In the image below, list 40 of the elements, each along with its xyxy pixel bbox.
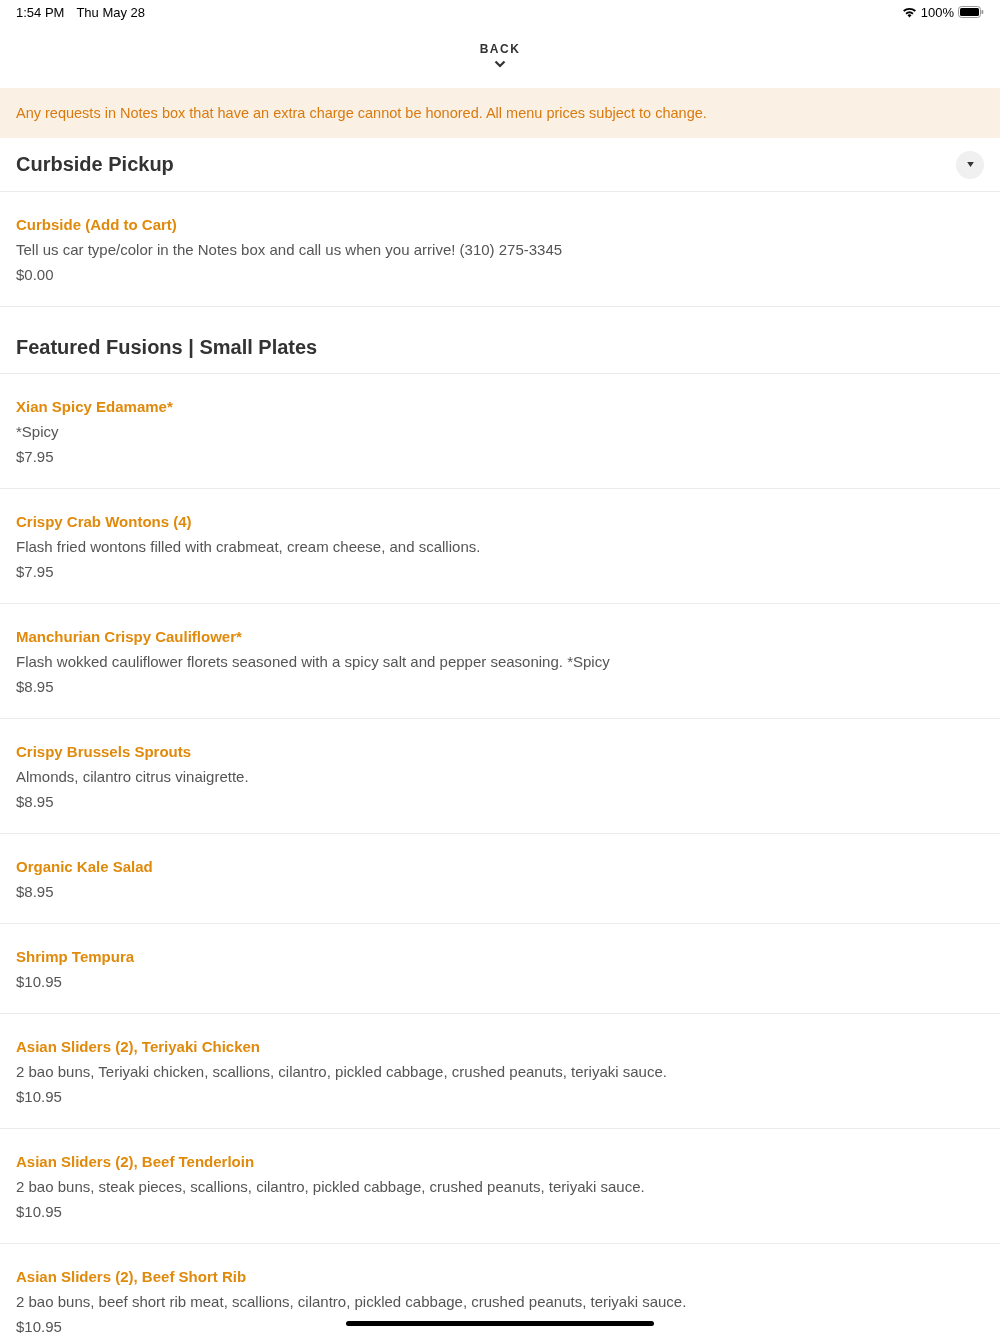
- item-name-link[interactable]: Xian Spicy Edamame*: [16, 394, 173, 419]
- notice-banner: Any requests in Notes box that have an extra charge cannot be honored. All menu prices subject to change.: [0, 88, 1000, 138]
- item-name-link[interactable]: Asian Sliders (2), Beef Tenderloin: [16, 1149, 255, 1174]
- item-description: Almonds, cilantro citrus vinaigrette.: [16, 767, 249, 787]
- item-price: $0.00: [16, 265, 54, 285]
- item-name-link[interactable]: Asian Sliders (2), Beef Short Rib: [16, 1264, 247, 1289]
- section-title: Featured Fusions | Small Plates: [16, 335, 318, 360]
- item-description: *Spicy: [16, 422, 59, 442]
- item-description: 2 bao buns, Teriyaki chicken, scallions, cilantro, pickled cabbage, crushed peanuts, teriyaki sauce.: [16, 1062, 667, 1082]
- item-price: $8.95: [16, 792, 54, 812]
- back-button[interactable]: BACK: [475, 24, 525, 68]
- item-price: $10.95: [16, 1317, 62, 1334]
- item-description: 2 bao buns, beef short rib meat, scallions, cilantro, pickled cabbage, crushed peanuts, teriyaki sauce.: [16, 1292, 687, 1312]
- item-name-link[interactable]: Crispy Crab Wontons (4): [16, 509, 192, 534]
- item-price: $8.95: [16, 677, 54, 697]
- item-price: $7.95: [16, 447, 54, 467]
- item-name-link[interactable]: Organic Kale Salad: [16, 854, 153, 879]
- status-date: Thu May 28: [76, 4, 146, 20]
- chevron-down-icon: [494, 60, 506, 68]
- battery-icon: [958, 6, 984, 18]
- item-name-link[interactable]: Shrimp Tempura: [16, 944, 135, 969]
- item-name-link[interactable]: Crispy Brussels Sprouts: [16, 739, 192, 764]
- item-name-link[interactable]: Manchurian Crispy Cauliflower*: [16, 624, 242, 649]
- item-price: $8.95: [16, 882, 54, 902]
- caret-down-icon: [966, 162, 974, 167]
- item-description: 2 bao buns, steak pieces, scallions, cilantro, pickled cabbage, crushed peanuts, teriyaki sauce.: [16, 1177, 645, 1197]
- section-title: Curbside Pickup: [16, 153, 174, 176]
- item-price: $10.95: [16, 1087, 62, 1107]
- item-description: Flash fried wontons filled with crabmeat, cream cheese, and scallions.: [16, 537, 481, 557]
- status-time: 1:54 PM: [16, 4, 65, 20]
- item-description: Flash wokked cauliflower florets seasoned with a spicy salt and pepper seasoning. *Spicy: [16, 652, 610, 672]
- item-name-link[interactable]: Asian Sliders (2), Teriyaki Chicken: [16, 1034, 260, 1059]
- dropdown-toggle-button[interactable]: [956, 150, 984, 179]
- item-name-link[interactable]: Curbside (Add to Cart): [16, 212, 177, 237]
- item-price: $10.95: [16, 1202, 62, 1222]
- item-description: Tell us car type/color in the Notes box and call us when you arrive! (310) 275-3345: [16, 240, 563, 260]
- item-price: $7.95: [16, 562, 54, 582]
- wifi-icon: [901, 6, 917, 18]
- battery-percent: 100%: [920, 4, 954, 20]
- item-price: $10.95: [16, 972, 62, 992]
